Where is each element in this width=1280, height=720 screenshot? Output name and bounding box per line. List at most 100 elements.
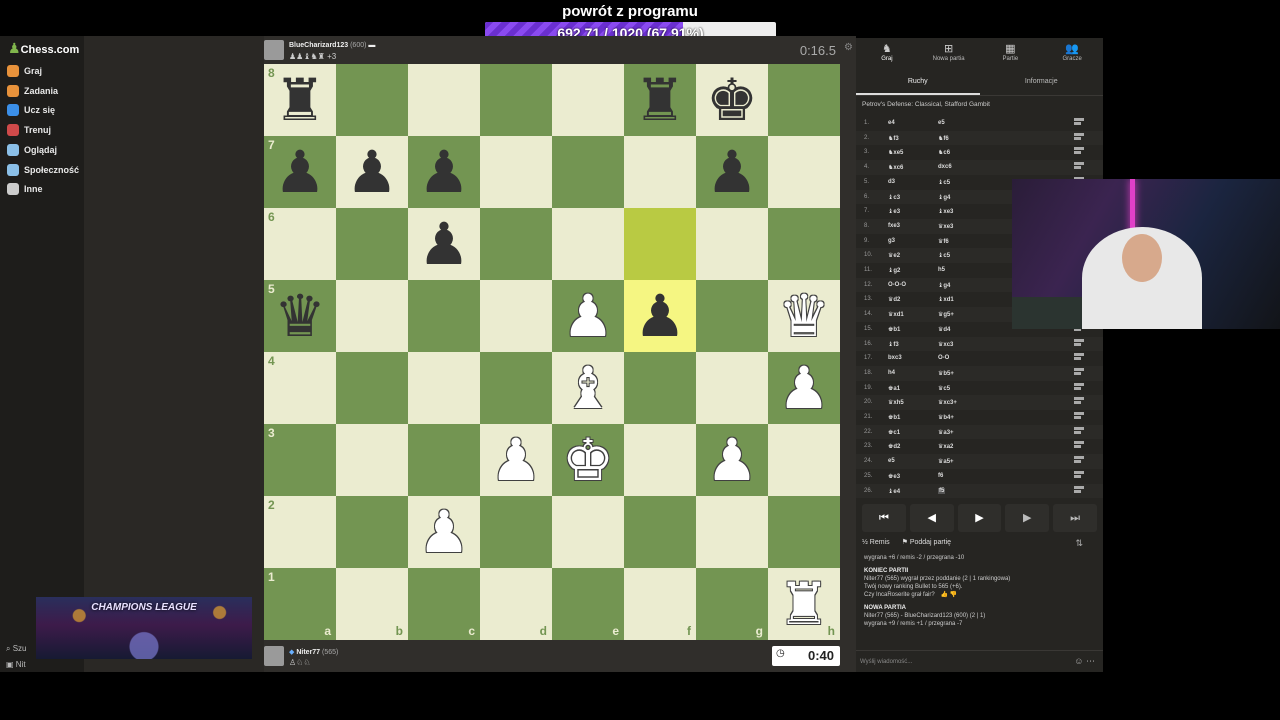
- white-move[interactable]: ♝g2: [888, 267, 900, 274]
- square-g2[interactable]: [696, 496, 768, 568]
- white-pawn-h4[interactable]: ♟: [768, 352, 840, 424]
- tab-nowa-partia[interactable]: ⊞ Nowa partia: [918, 38, 980, 68]
- black-move[interactable]: ♛xc3+: [938, 399, 957, 406]
- white-move[interactable]: ♞xe5: [888, 149, 903, 156]
- square-f3[interactable]: [624, 424, 696, 496]
- avatar[interactable]: [264, 40, 284, 60]
- white-move[interactable]: ♛d2: [888, 296, 900, 303]
- black-move[interactable]: ♛a3+: [938, 429, 954, 436]
- black-move[interactable]: ♛g5+: [938, 311, 954, 318]
- white-move[interactable]: e4: [888, 120, 895, 126]
- square-d7[interactable]: [480, 136, 552, 208]
- last-move-button[interactable]: ⏭: [1053, 504, 1097, 532]
- square-e1[interactable]: e: [552, 568, 624, 640]
- square-e7[interactable]: [552, 136, 624, 208]
- play-button[interactable]: ▶: [957, 504, 1002, 532]
- nav-item-graj[interactable]: Graj: [7, 63, 42, 79]
- nav-item-inne[interactable]: Inne: [7, 181, 43, 197]
- nav-item-trenuj[interactable]: Trenuj: [7, 122, 51, 138]
- white-move[interactable]: ♝e4: [888, 488, 900, 495]
- square-h3[interactable]: [768, 424, 840, 496]
- white-king-e3[interactable]: ♚: [552, 424, 624, 496]
- square-a2[interactable]: 2: [264, 496, 336, 568]
- tab-gracze[interactable]: 👥 Gracze: [1041, 38, 1103, 68]
- square-h6[interactable]: [768, 208, 840, 280]
- black-move[interactable]: ♛xe3: [938, 223, 953, 230]
- square-h2[interactable]: [768, 496, 840, 568]
- black-move[interactable]: ♞f6: [938, 135, 949, 142]
- white-rook-h1[interactable]: ♜: [768, 568, 840, 640]
- square-h7[interactable]: [768, 136, 840, 208]
- white-move[interactable]: ♚a1: [888, 385, 900, 392]
- black-pawn-f5[interactable]: ♟: [624, 280, 696, 352]
- square-f4[interactable]: [624, 352, 696, 424]
- square-e8[interactable]: [552, 64, 624, 136]
- black-move[interactable]: f6: [938, 473, 943, 479]
- white-bishop-e4[interactable]: ♝: [552, 352, 624, 424]
- white-pawn-c2[interactable]: ♟: [408, 496, 480, 568]
- user-item[interactable]: ▣ Nit: [6, 660, 27, 669]
- square-b8[interactable]: [336, 64, 408, 136]
- square-b3[interactable]: [336, 424, 408, 496]
- black-move[interactable]: dxc6: [938, 164, 952, 170]
- white-move[interactable]: g3: [888, 238, 895, 244]
- nav-item-oglądaj[interactable]: Oglądaj: [7, 142, 57, 158]
- black-move[interactable]: ♛a5+: [938, 458, 954, 465]
- black-pawn-c6[interactable]: ♟: [408, 208, 480, 280]
- search-icon[interactable]: ⌕ Szu: [6, 644, 27, 654]
- first-move-button[interactable]: ⏮: [862, 504, 906, 532]
- nav-item-ucz-się[interactable]: Ucz się: [7, 102, 55, 118]
- subtab-informacje[interactable]: Informacje: [980, 70, 1104, 95]
- white-move[interactable]: ♞xc6: [888, 164, 903, 171]
- square-d2[interactable]: [480, 496, 552, 568]
- square-d1[interactable]: d: [480, 568, 552, 640]
- white-move[interactable]: ♚e3: [888, 473, 900, 480]
- white-move[interactable]: fxe3: [888, 223, 900, 229]
- thumbs-icons[interactable]: 👍 👎: [941, 592, 958, 598]
- black-move[interactable]: ♝c5: [938, 179, 950, 186]
- white-move[interactable]: O-O-O: [888, 282, 906, 288]
- white-move[interactable]: ♞f3: [888, 135, 899, 142]
- square-e6[interactable]: [552, 208, 624, 280]
- white-move[interactable]: ♝e3: [888, 208, 900, 215]
- square-g4[interactable]: [696, 352, 768, 424]
- black-pawn-c7[interactable]: ♟: [408, 136, 480, 208]
- chesscom-logo[interactable]: ♟Chess.com: [8, 40, 79, 57]
- white-move[interactable]: ♛e2: [888, 252, 900, 259]
- black-move[interactable]: ♛xa2: [938, 443, 953, 450]
- avatar[interactable]: [264, 646, 284, 666]
- square-d4[interactable]: [480, 352, 552, 424]
- square-c5[interactable]: [408, 280, 480, 352]
- opening-name[interactable]: Petrov's Defense: Classical, Stafford Ga…: [862, 101, 990, 108]
- square-c8[interactable]: [408, 64, 480, 136]
- square-d5[interactable]: [480, 280, 552, 352]
- square-c3[interactable]: [408, 424, 480, 496]
- black-move[interactable]: ♛c5: [938, 385, 950, 392]
- black-move[interactable]: ♛xc3: [938, 341, 953, 348]
- square-e2[interactable]: [552, 496, 624, 568]
- draw-button[interactable]: ½ Remis: [862, 539, 890, 546]
- black-move[interactable]: ♝c5: [938, 252, 950, 259]
- square-b1[interactable]: b: [336, 568, 408, 640]
- black-move[interactable]: ♛d4: [938, 326, 950, 333]
- white-move[interactable]: ♝f3: [888, 341, 899, 348]
- white-pawn-d3[interactable]: ♟: [480, 424, 552, 496]
- black-pawn-b7[interactable]: ♟: [336, 136, 408, 208]
- square-c4[interactable]: [408, 352, 480, 424]
- square-b5[interactable]: [336, 280, 408, 352]
- chat-input[interactable]: Wyślij wiadomość... ☺ ⋯: [856, 650, 1103, 672]
- black-move[interactable]: ♝g4: [938, 282, 950, 289]
- black-move[interactable]: O-O: [938, 355, 949, 361]
- tab-graj[interactable]: ♞ Graj: [856, 38, 918, 68]
- tab-partie[interactable]: ▦ Partie: [980, 38, 1042, 68]
- white-move[interactable]: bxc3: [888, 355, 902, 361]
- white-move[interactable]: h4: [888, 370, 895, 376]
- white-pawn-e5[interactable]: ♟: [552, 280, 624, 352]
- nav-item-społeczność[interactable]: Społeczność: [7, 162, 79, 178]
- black-move[interactable]: ♝xe3: [938, 208, 953, 215]
- black-move[interactable]: f5: [938, 487, 946, 494]
- square-b2[interactable]: [336, 496, 408, 568]
- square-b6[interactable]: [336, 208, 408, 280]
- square-f6[interactable]: [624, 208, 696, 280]
- chess-board[interactable]: 8 7 6 5 4 3 2 1 a b c d e f g h ♜ ♜ ♚ ♟ ♟ ♟ ♟ ♟ ♛ ♟ ♟ ♛ ♝ ♟ ♟ ♚ ♟ ♟ ♜: [264, 64, 840, 640]
